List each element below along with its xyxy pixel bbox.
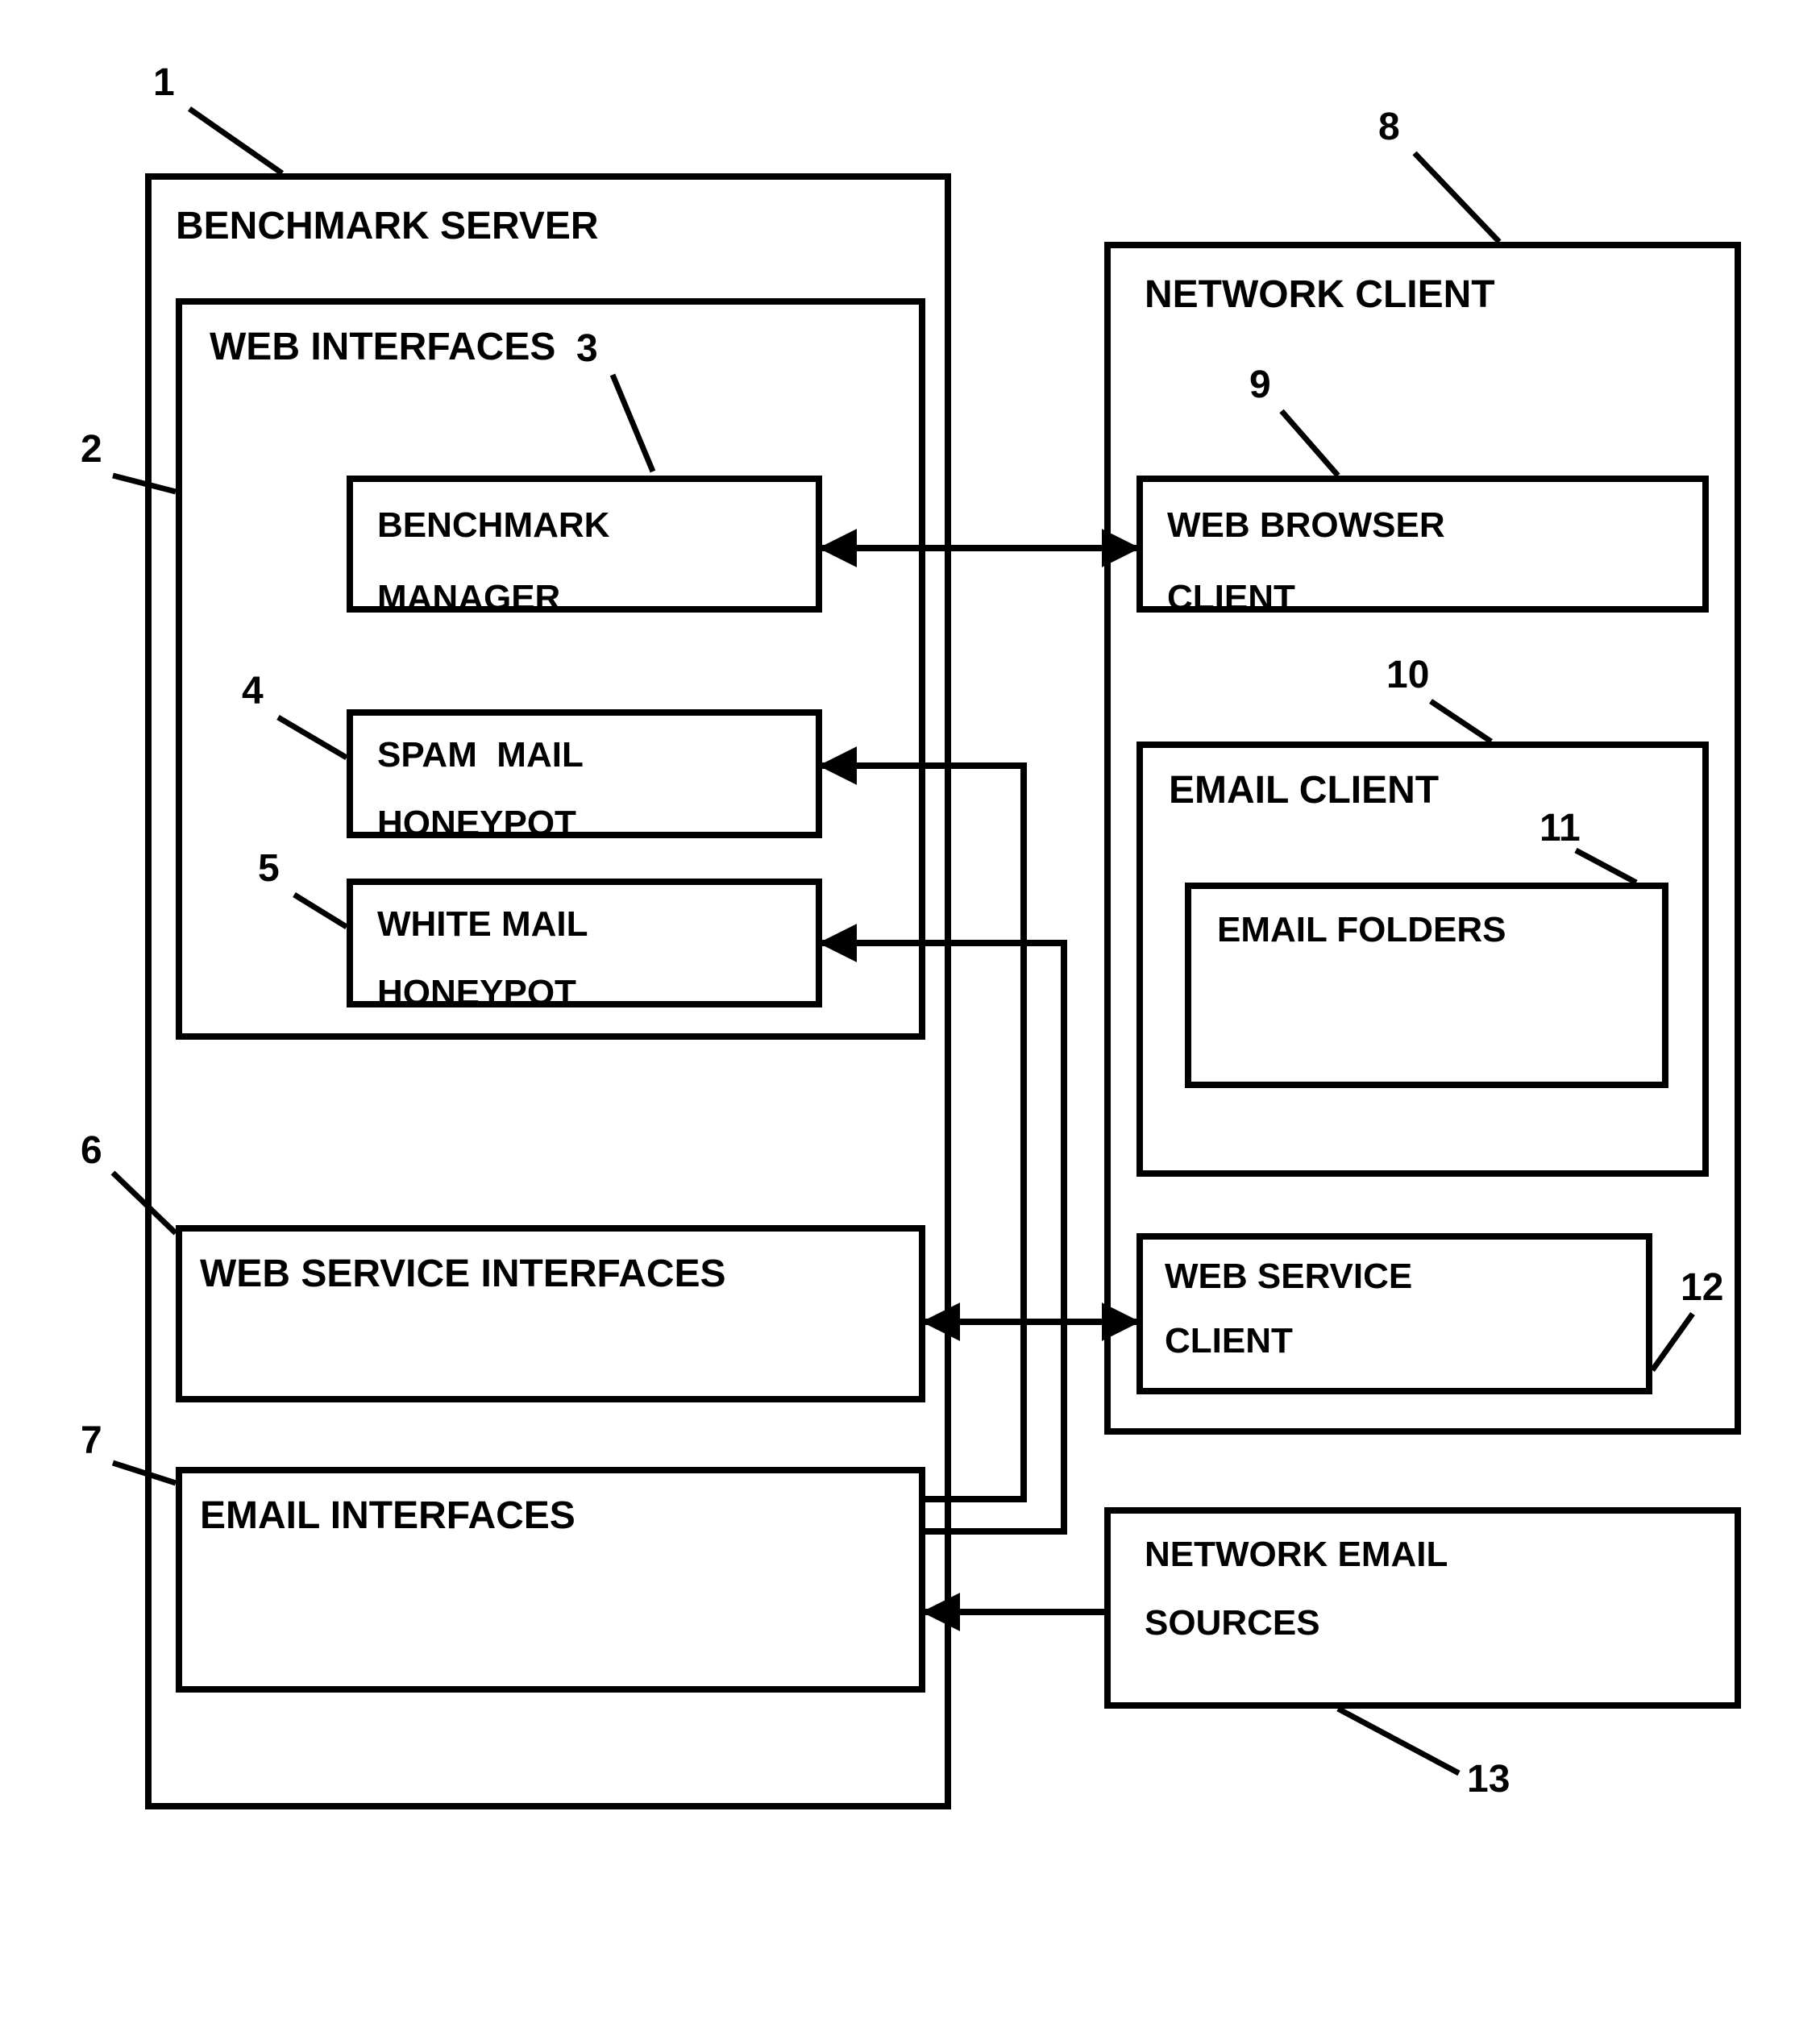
- connectors: [0, 0, 1820, 2019]
